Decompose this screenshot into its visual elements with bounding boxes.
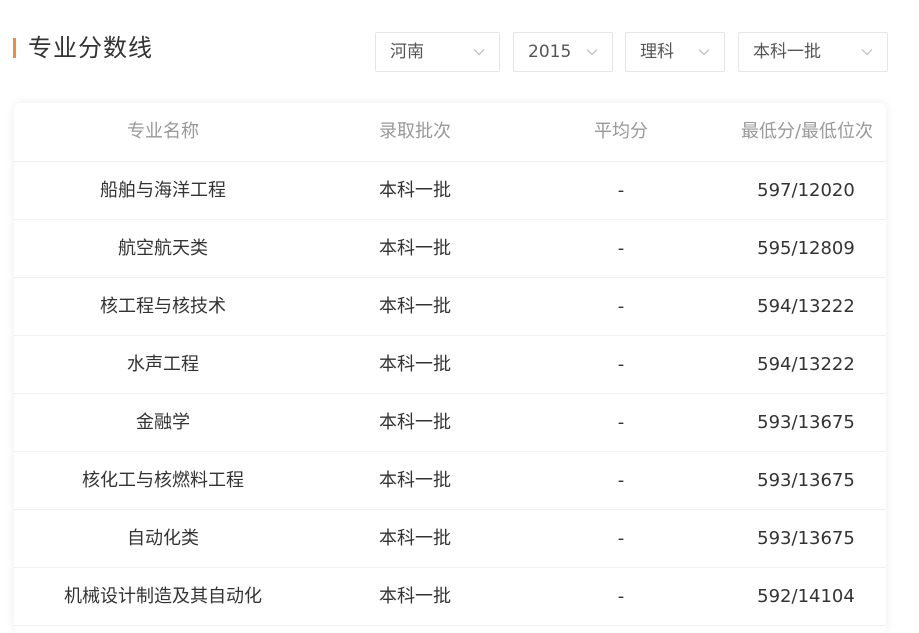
table-row: 核化工与核燃料工程 本科一批 - 593/13675 — [14, 452, 886, 510]
chevron-down-icon — [861, 49, 873, 56]
batch-select-value: 本科一批 — [753, 42, 821, 62]
cell-min-score-rank: 593/13675 — [757, 528, 855, 549]
chevron-down-icon — [586, 49, 598, 56]
table-row: 航空航天类 本科一批 - 595/12809 — [14, 220, 886, 278]
cell-batch: 本科一批 — [379, 412, 451, 433]
page-title: 专业分数线 — [28, 34, 153, 62]
cell-batch: 本科一批 — [379, 528, 451, 549]
province-select-value: 河南 — [390, 42, 424, 62]
title-accent-bar — [13, 38, 16, 58]
province-select[interactable]: 河南 — [375, 32, 500, 72]
cell-batch: 本科一批 — [379, 238, 451, 259]
cell-min-score-rank: 593/13675 — [757, 470, 855, 491]
cell-average: - — [617, 354, 625, 375]
table-row: 核工程与核技术 本科一批 - 594/13222 — [14, 278, 886, 336]
table-row: 自动化类 本科一批 - 593/13675 — [14, 510, 886, 568]
cell-average: - — [617, 586, 625, 607]
cell-major: 核化工与核燃料工程 — [82, 470, 244, 491]
cell-min-score-rank: 592/14104 — [757, 586, 855, 607]
cell-batch: 本科一批 — [379, 354, 451, 375]
cell-major: 核工程与核技术 — [100, 296, 226, 317]
cell-major: 金融学 — [136, 412, 190, 433]
cell-major: 航空航天类 — [118, 238, 208, 259]
cell-min-score-rank: 593/13675 — [757, 412, 855, 433]
subject-select[interactable]: 理科 — [625, 32, 725, 72]
cell-major: 船舶与海洋工程 — [100, 180, 226, 201]
cell-average: - — [617, 238, 625, 259]
cell-min-score-rank: 595/12809 — [757, 238, 855, 259]
column-header-average: 平均分 — [594, 121, 648, 142]
column-header-batch: 录取批次 — [379, 121, 451, 142]
score-table: 专业名称 录取批次 平均分 最低分/最低位次 船舶与海洋工程 本科一批 - 59… — [14, 103, 886, 633]
table-row: 船舶与海洋工程 本科一批 - 597/12020 — [14, 162, 886, 220]
cell-batch: 本科一批 — [379, 470, 451, 491]
table-row: 水声工程 本科一批 - 594/13222 — [14, 336, 886, 394]
page-header: 专业分数线 河南 2015 理科 本科一批 — [0, 0, 919, 90]
batch-select[interactable]: 本科一批 — [738, 32, 888, 72]
cell-min-score-rank: 594/13222 — [757, 296, 855, 317]
cell-min-score-rank: 597/12020 — [757, 180, 855, 201]
table-row: 金融学 本科一批 - 593/13675 — [14, 394, 886, 452]
table-header: 专业名称 录取批次 平均分 最低分/最低位次 — [14, 103, 886, 162]
cell-batch: 本科一批 — [379, 296, 451, 317]
column-header-major: 专业名称 — [127, 121, 199, 142]
year-select-value: 2015 — [528, 42, 572, 62]
cell-batch: 本科一批 — [379, 586, 451, 607]
cell-average: - — [617, 470, 625, 491]
chevron-down-icon — [698, 49, 710, 56]
cell-average: - — [617, 412, 625, 433]
year-select[interactable]: 2015 — [513, 32, 613, 72]
cell-average: - — [617, 296, 625, 317]
cell-average: - — [617, 180, 625, 201]
subject-select-value: 理科 — [640, 42, 674, 62]
cell-major: 机械设计制造及其自动化 — [64, 586, 262, 607]
cell-major: 水声工程 — [127, 354, 199, 375]
column-header-min-score-rank: 最低分/最低位次 — [740, 121, 874, 142]
cell-batch: 本科一批 — [379, 180, 451, 201]
table-body: 船舶与海洋工程 本科一批 - 597/12020 航空航天类 本科一批 - 59… — [14, 162, 886, 626]
chevron-down-icon — [473, 49, 485, 56]
cell-average: - — [617, 528, 625, 549]
table-row: 机械设计制造及其自动化 本科一批 - 592/14104 — [14, 568, 886, 626]
cell-min-score-rank: 594/13222 — [757, 354, 855, 375]
cell-major: 自动化类 — [127, 528, 199, 549]
